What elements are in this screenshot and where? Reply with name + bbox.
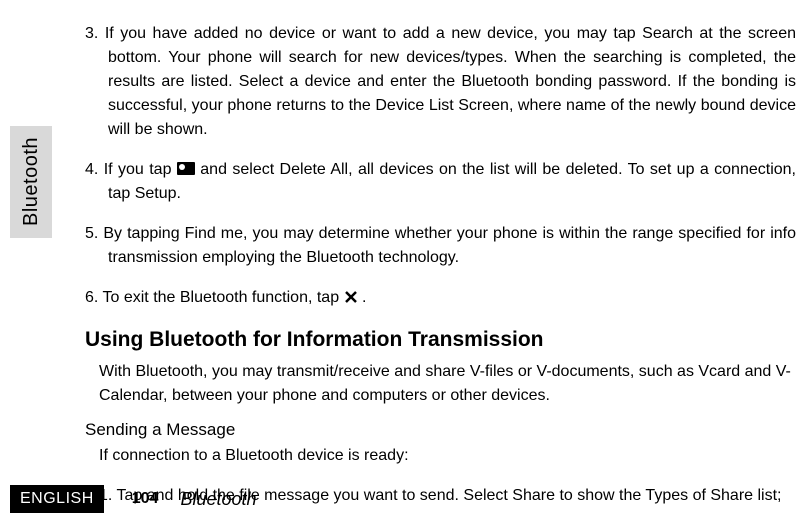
step-3: 3. If you have added no device or want t… (85, 22, 796, 142)
section-paragraph: With Bluetooth, you may transmit/receive… (85, 360, 796, 408)
page-footer: ENGLISH 104 Bluetooth (10, 485, 796, 513)
step-6: 6. To exit the Bluetooth function, tap . (85, 286, 796, 310)
step-4: 4. If you tap and select Delete All, all… (85, 158, 796, 206)
sub-lead: If connection to a Bluetooth device is r… (85, 444, 796, 468)
step-6-post: . (358, 289, 367, 306)
page-number: 104 (132, 490, 159, 508)
side-tab-label: Bluetooth (20, 137, 43, 226)
step-4-pre: 4. If you tap (85, 161, 177, 178)
close-icon (344, 290, 358, 304)
sub-title: Sending a Message (85, 420, 796, 440)
page-content: 3. If you have added no device or want t… (85, 6, 796, 518)
side-tab-bluetooth: Bluetooth (10, 126, 52, 238)
footer-section-name: Bluetooth (180, 489, 256, 510)
section-title: Using Bluetooth for Information Transmis… (85, 328, 796, 352)
step-4-post: and select Delete All, all devices on th… (108, 161, 796, 202)
language-badge: ENGLISH (10, 485, 104, 513)
menu-icon (177, 162, 195, 175)
step-6-pre: 6. To exit the Bluetooth function, tap (85, 289, 344, 306)
step-5: 5. By tapping Find me, you may determine… (85, 222, 796, 270)
